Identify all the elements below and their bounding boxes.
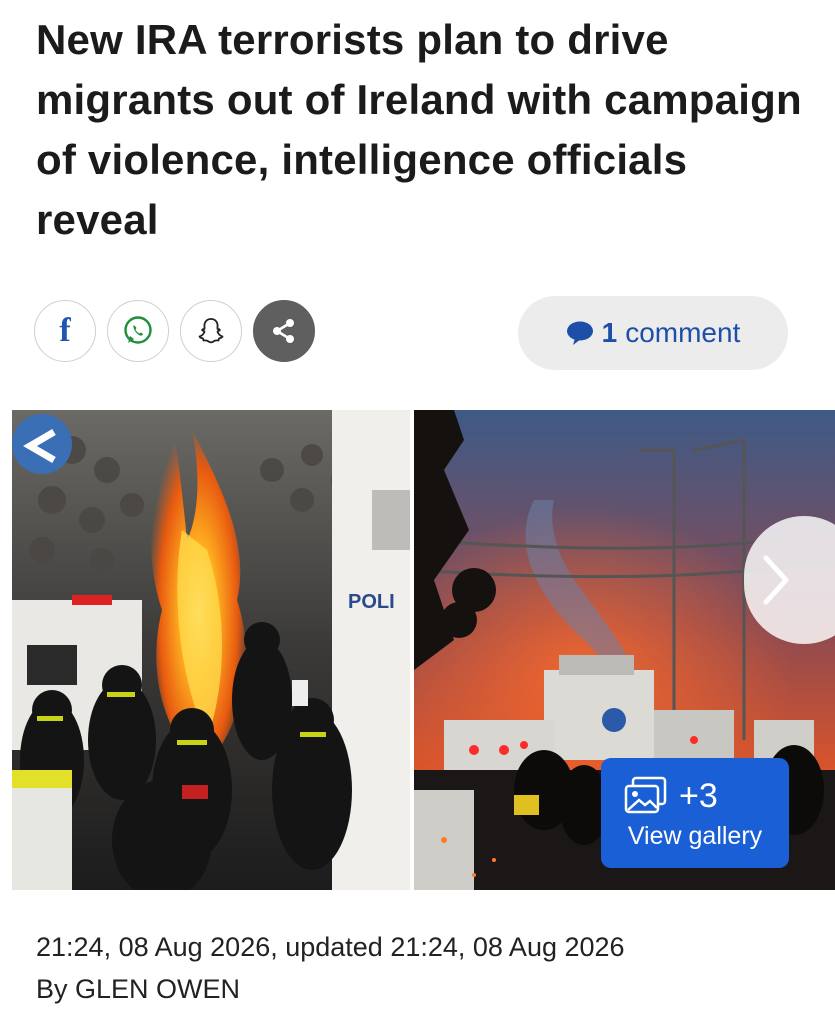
comment-label: comment bbox=[625, 317, 741, 348]
facebook-share-button[interactable]: f bbox=[34, 300, 96, 362]
snapchat-icon bbox=[198, 318, 224, 344]
gallery-count: +3 bbox=[679, 776, 718, 815]
byline: By GLEN OWEN bbox=[36, 974, 241, 1004]
facebook-icon: f bbox=[59, 312, 71, 349]
comment-count: 1 bbox=[601, 317, 618, 348]
view-gallery-label: View gallery bbox=[627, 822, 763, 850]
article-meta: 21:24, 08 Aug 2026, updated 21:24, 08 Au… bbox=[36, 926, 625, 1010]
chevron-right-icon bbox=[763, 555, 789, 605]
whatsapp-share-button[interactable] bbox=[107, 300, 169, 362]
whatsapp-icon bbox=[124, 316, 152, 344]
comments-button[interactable]: 1 comment bbox=[518, 296, 788, 370]
share-icon bbox=[273, 319, 294, 343]
gallery-icon bbox=[624, 776, 667, 814]
speech-bubble-icon bbox=[566, 321, 593, 345]
more-share-button[interactable] bbox=[253, 300, 315, 362]
view-gallery-button[interactable]: +3 View gallery bbox=[601, 758, 789, 868]
timestamp: 21:24, 08 Aug 2026, updated 21:24, 08 Au… bbox=[36, 932, 625, 962]
snapchat-share-button[interactable] bbox=[180, 300, 242, 362]
gallery-photo-riot-fire[interactable]: POLI bbox=[12, 410, 410, 890]
police-sign-text: POLI bbox=[348, 591, 395, 613]
share-bar: f bbox=[34, 300, 315, 362]
headline: New IRA terrorists plan to drive migrant… bbox=[36, 16, 802, 243]
